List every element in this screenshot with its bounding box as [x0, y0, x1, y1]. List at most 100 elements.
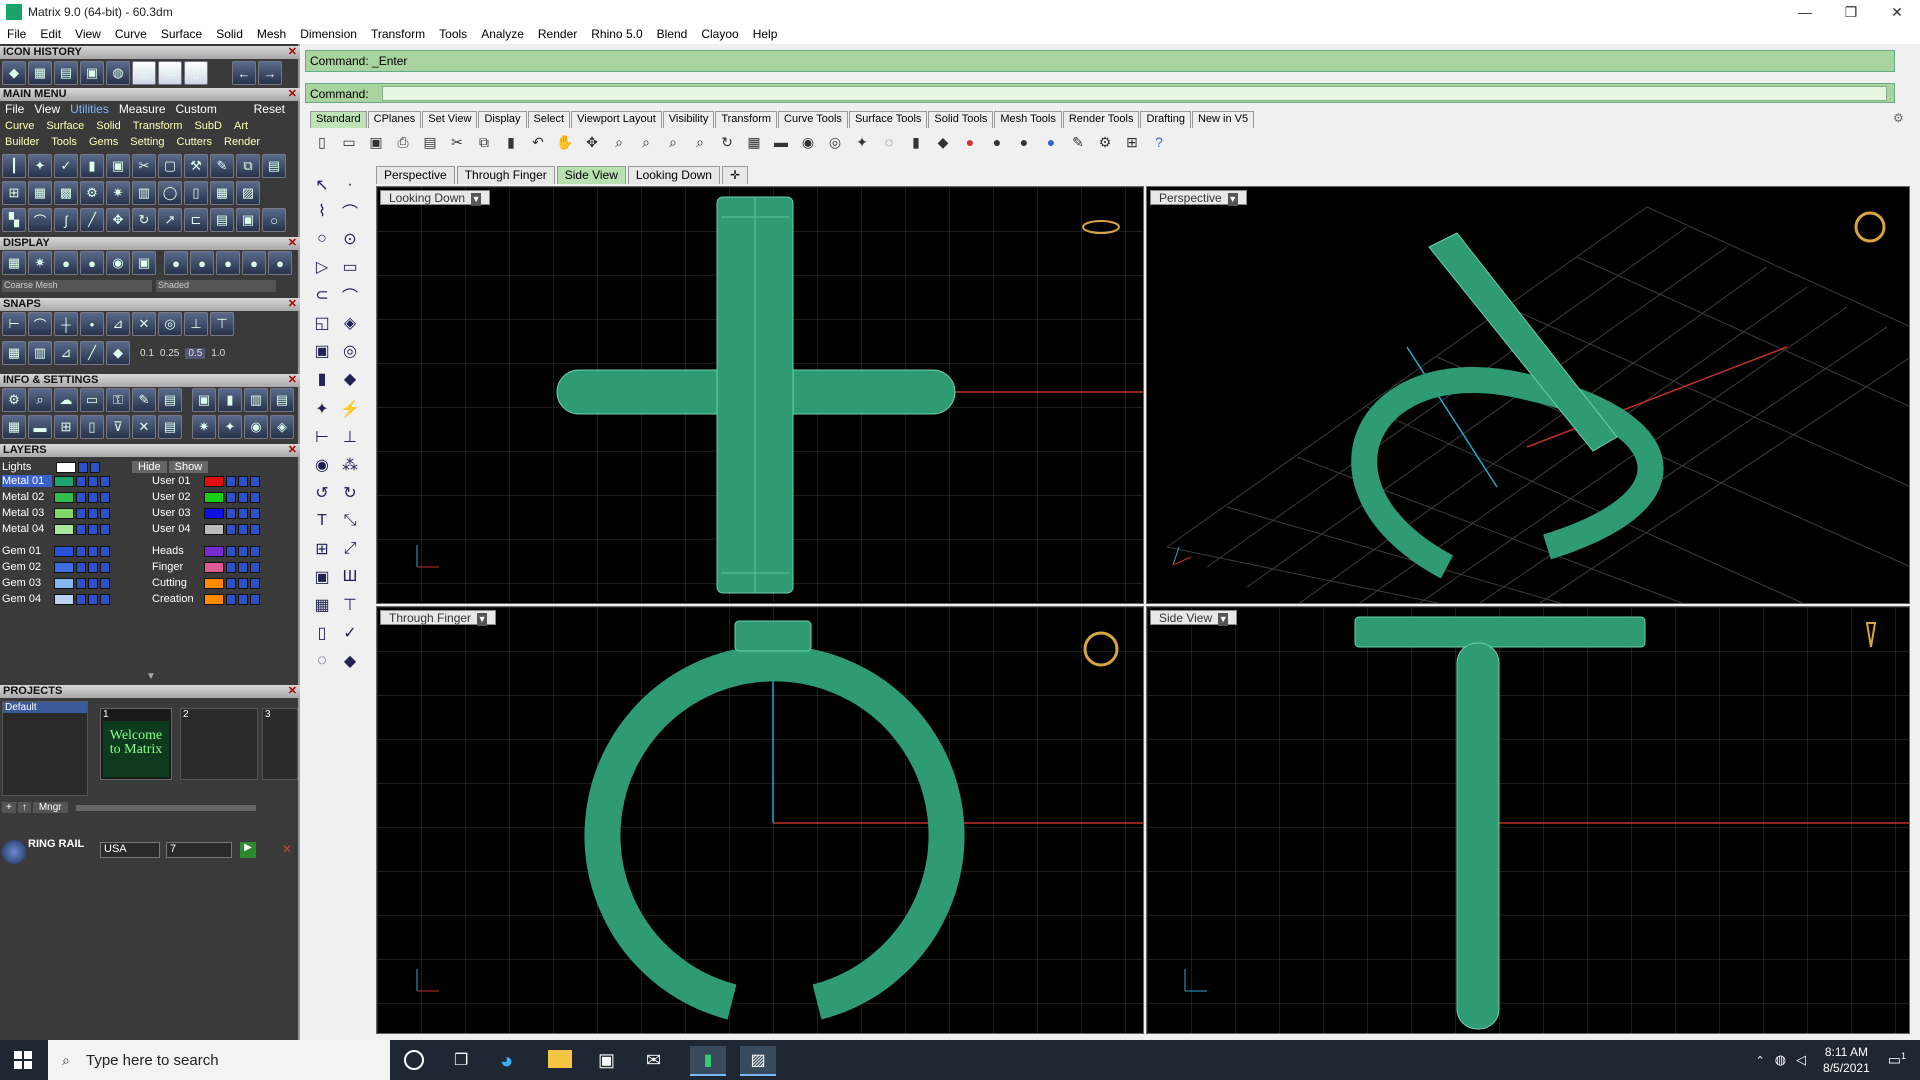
gem-tool-icon[interactable]: ✦ — [309, 396, 335, 422]
layer-lock-toggle[interactable] — [76, 545, 86, 557]
wand-icon[interactable]: ✎ — [1066, 130, 1090, 154]
up-project-button[interactable]: ↑ — [17, 802, 31, 813]
select-arrow-icon[interactable]: ↖ — [309, 172, 335, 198]
render-sphere-icon[interactable]: ● — [1039, 130, 1063, 154]
tools-icon[interactable]: ⚒ — [184, 154, 208, 178]
options-gear-icon[interactable]: ⚙ — [1093, 130, 1117, 154]
car-icon[interactable]: ▬ — [769, 130, 793, 154]
layer-current-toggle[interactable] — [250, 475, 260, 487]
document-icon[interactable]: ▯ — [184, 61, 208, 85]
cplane-icon[interactable]: ✦ — [850, 130, 874, 154]
menu-solid[interactable]: Solid — [209, 27, 250, 41]
cloud-icon[interactable]: ☁ — [54, 388, 78, 412]
snap-cen-icon[interactable]: ⊿ — [106, 312, 130, 336]
doc-icon[interactable]: ▯ — [80, 415, 104, 439]
grid-box-icon[interactable]: ▦ — [28, 181, 52, 205]
layer-current-toggle[interactable] — [250, 593, 260, 605]
table-icon[interactable]: ▦ — [210, 181, 234, 205]
layer-visible-toggle[interactable] — [88, 507, 98, 519]
snap-point-icon[interactable]: ┼ — [54, 312, 78, 336]
ring-size-select[interactable]: 7 — [166, 842, 232, 858]
osnap-icon[interactable]: ╱ — [80, 341, 104, 365]
back-arrow-icon[interactable]: ← — [232, 61, 256, 85]
layer-current-toggle[interactable] — [100, 523, 110, 535]
menu-file[interactable]: File — [0, 27, 33, 41]
glass-ball-icon[interactable]: ● — [216, 251, 240, 275]
snap-quad-icon[interactable]: ⊤ — [210, 312, 234, 336]
viewport-side-view[interactable]: Side View ▼ — [1146, 606, 1910, 1034]
layer-color-swatch[interactable] — [54, 475, 74, 487]
layer-lock-toggle[interactable] — [226, 545, 236, 557]
tag-tools[interactable]: Tools — [46, 136, 82, 148]
lasso-icon[interactable]: ◌ — [309, 648, 335, 674]
toolbar-options-gear-icon[interactable]: ⚙ — [1893, 111, 1904, 125]
toolbar-tab-set-view[interactable]: Set View — [422, 111, 478, 128]
scale-tool-icon[interactable]: ⤡ — [337, 508, 363, 534]
layer-visible-toggle[interactable] — [238, 491, 248, 503]
viewport-label-side-view[interactable]: Side View ▼ — [1150, 610, 1238, 626]
rotate-icon[interactable]: ↻ — [132, 208, 156, 232]
arrow-snap-icon[interactable]: ◆ — [106, 341, 130, 365]
tag-cutters[interactable]: Cutters — [172, 136, 217, 148]
menu-help[interactable]: Help — [746, 27, 785, 41]
layer-visible-toggle[interactable] — [88, 577, 98, 589]
close-icon[interactable]: ✕ — [288, 444, 297, 457]
layer-color-swatch[interactable] — [54, 491, 74, 503]
layer-visible-toggle[interactable] — [88, 593, 98, 605]
show-button[interactable]: Show — [168, 461, 209, 473]
boolean-icon[interactable]: ◎ — [337, 338, 363, 364]
cylinder-tool-icon[interactable]: ▮ — [218, 388, 242, 412]
cube-icon[interactable]: ▣ — [236, 208, 260, 232]
line-icon[interactable]: ╱ — [80, 208, 104, 232]
edge-icon[interactable]: ◕ — [500, 1048, 513, 1074]
point-icon[interactable]: · — [337, 172, 363, 198]
collapse-arrow-icon[interactable]: ▼ — [146, 671, 156, 682]
copy-icon[interactable]: ⧉ — [236, 154, 260, 178]
gear-icon[interactable]: ⚙ — [80, 181, 104, 205]
layer-visible-toggle[interactable] — [88, 491, 98, 503]
ball-icon[interactable]: ● — [164, 251, 188, 275]
toolbar-tab-standard[interactable]: Standard — [310, 111, 367, 128]
ring-rail-icon[interactable] — [2, 840, 26, 864]
photos-icon[interactable]: ▨ — [740, 1046, 776, 1076]
mm-file[interactable]: File — [0, 102, 29, 116]
minus-icon[interactable]: ▬ — [28, 415, 52, 439]
sweep-icon[interactable]: ↗ — [158, 208, 182, 232]
fill-icon[interactable]: ◆ — [337, 648, 363, 674]
check-icon[interactable]: ✓ — [54, 154, 78, 178]
analysis-icon[interactable]: Ш — [337, 564, 363, 590]
circle-tool-icon[interactable]: ○ — [309, 226, 335, 252]
save-icon[interactable]: ▣ — [364, 130, 388, 154]
layer-visible-toggle[interactable] — [88, 545, 98, 557]
viewport-label-through-finger[interactable]: Through Finger ▼ — [380, 610, 497, 626]
pipe-icon[interactable]: ⊏ — [184, 208, 208, 232]
layout-tool-icon[interactable]: ▥ — [244, 388, 268, 412]
layer-lights-visible[interactable] — [90, 461, 100, 473]
dimension-icon[interactable]: ⊢ — [309, 424, 335, 450]
layer-color-swatch[interactable] — [204, 491, 224, 503]
menu-clayoo[interactable]: Clayoo — [694, 27, 745, 41]
layer-current-toggle[interactable] — [100, 593, 110, 605]
render-preview-icon[interactable]: ● — [1012, 130, 1036, 154]
layer-lock-toggle[interactable] — [226, 507, 236, 519]
shading-select[interactable]: Shaded — [156, 280, 276, 292]
spot-tool-icon[interactable]: ✦ — [218, 415, 242, 439]
tray-chevron-icon[interactable]: ⌃ — [1755, 1054, 1764, 1067]
rectangle-tool-icon[interactable]: ▭ — [337, 254, 363, 280]
grid-snap-icon[interactable]: ▦ — [2, 341, 26, 365]
snap-perp-icon[interactable]: ◎ — [158, 312, 182, 336]
layer-visible-toggle[interactable] — [88, 561, 98, 573]
network-icon[interactable]: ◍ — [1775, 1052, 1786, 1068]
layer-current-toggle[interactable] — [100, 507, 110, 519]
perspective-cube-icon[interactable] — [1854, 211, 1886, 243]
layer-color-swatch[interactable] — [54, 593, 74, 605]
toolbar-tab-drafting[interactable]: Drafting — [1140, 111, 1191, 128]
layer-row[interactable]: Gem 04 — [2, 592, 110, 606]
snap-mid-icon[interactable]: • — [80, 312, 104, 336]
xray-icon[interactable]: ✕ — [132, 415, 156, 439]
manager-button[interactable]: Mngr — [32, 802, 68, 813]
sphere-shaded-icon[interactable]: ● — [80, 251, 104, 275]
box-solid-icon[interactable]: ▣ — [309, 338, 335, 364]
history-icon[interactable]: ◆ — [2, 61, 26, 85]
layer-color-swatch[interactable] — [204, 577, 224, 589]
